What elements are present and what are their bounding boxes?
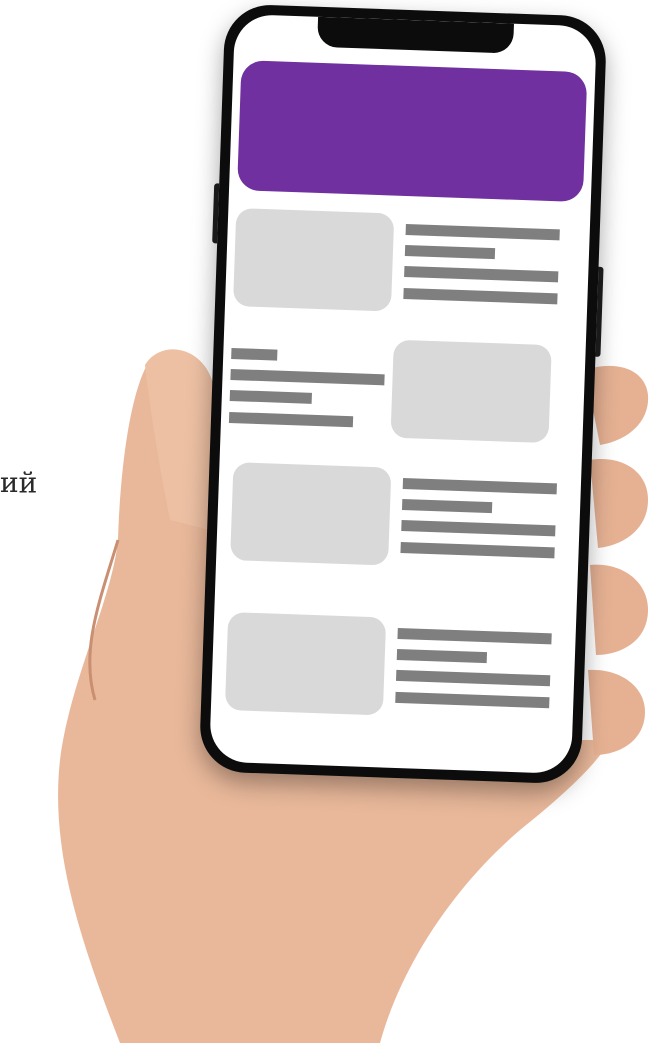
text-line (228, 411, 354, 428)
text-line (230, 368, 385, 386)
card-text-lines (403, 223, 561, 309)
notch (317, 16, 514, 54)
card-thumbnail (390, 339, 552, 444)
text-line (402, 478, 557, 495)
hero-banner[interactable] (237, 60, 588, 203)
text-line (395, 669, 551, 687)
volume-button (212, 183, 220, 244)
text-line (397, 627, 552, 645)
smartphone (198, 3, 608, 785)
content-card[interactable] (211, 612, 576, 725)
card-text-lines (395, 627, 553, 713)
card-thumbnail (232, 208, 395, 312)
content-card[interactable] (216, 462, 581, 575)
card-text-lines (400, 478, 558, 563)
text-line (229, 389, 312, 404)
text-line (396, 648, 488, 664)
phone-screen (209, 13, 597, 775)
card-text-lines (228, 347, 387, 433)
text-line (404, 265, 559, 283)
text-line (405, 223, 560, 241)
text-line (404, 244, 496, 260)
card-thumbnail (224, 612, 387, 716)
content-card[interactable] (221, 334, 586, 447)
text-line (401, 520, 556, 537)
text-line (400, 542, 555, 559)
text-line (403, 287, 558, 305)
card-thumbnail (230, 462, 392, 566)
content-card[interactable] (225, 208, 590, 321)
text-line (401, 499, 493, 514)
text-line (395, 691, 550, 709)
text-line (231, 347, 278, 361)
